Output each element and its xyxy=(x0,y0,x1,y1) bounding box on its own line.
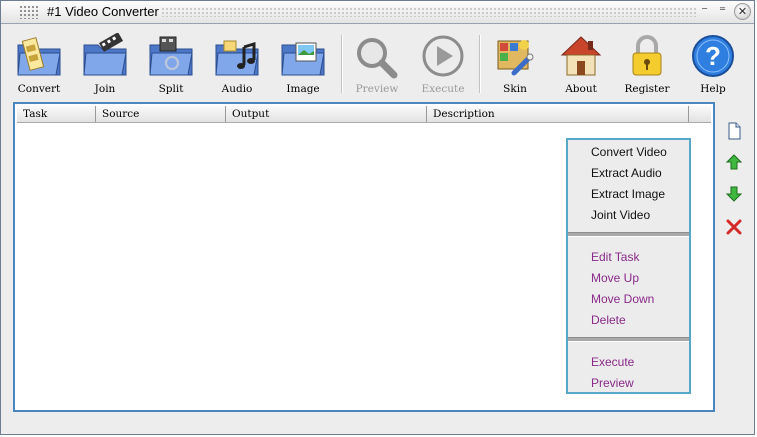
image-label: Image xyxy=(286,83,320,95)
column-header-task[interactable]: Task xyxy=(17,106,96,122)
about-button[interactable]: About xyxy=(551,31,611,97)
minimize-button[interactable]: ⁻ xyxy=(696,3,713,20)
title-grip-icon xyxy=(19,5,39,19)
delete-task-button[interactable] xyxy=(725,218,743,236)
help-icon: ? xyxy=(692,35,734,77)
preview-label: Preview xyxy=(355,83,399,95)
close-button[interactable]: ✕ xyxy=(734,3,751,20)
split-folder-icon xyxy=(149,36,193,76)
main-window: #1 Video Converter ⁻ ⁼ ✕ Convert Join Sp… xyxy=(0,0,755,435)
execute-button[interactable]: Execute xyxy=(413,31,473,97)
title-bar-texture xyxy=(161,7,696,17)
skin-label: Skin xyxy=(503,83,527,95)
menu-item-delete[interactable]: Delete xyxy=(591,311,626,329)
house-icon xyxy=(560,36,602,76)
play-icon xyxy=(422,35,464,77)
convert-folder-film-icon xyxy=(17,37,61,76)
title-bar[interactable]: #1 Video Converter ⁻ ⁼ ✕ xyxy=(1,1,754,24)
move-up-button[interactable] xyxy=(725,153,743,171)
convert-label: Convert xyxy=(17,83,61,95)
menu-item-extract-image[interactable]: Extract Image xyxy=(591,185,665,203)
task-list-header: Task Source Output Description xyxy=(17,106,711,123)
delete-x-icon xyxy=(726,219,742,235)
toolbar-separator xyxy=(479,35,481,93)
menu-separator xyxy=(568,337,689,342)
convert-button[interactable]: Convert xyxy=(9,31,69,97)
menu-item-joint-video[interactable]: Joint Video xyxy=(591,206,650,224)
audio-button[interactable]: Audio xyxy=(207,31,267,97)
skin-button[interactable]: Skin xyxy=(485,31,545,97)
join-button[interactable]: Join xyxy=(75,31,135,97)
help-button[interactable]: ? Help xyxy=(683,31,743,97)
column-header-source[interactable]: Source xyxy=(96,106,226,122)
join-label: Join xyxy=(94,83,116,95)
menu-item-preview[interactable]: Preview xyxy=(591,374,634,392)
context-menu: Convert Video Extract Audio Extract Imag… xyxy=(566,138,691,394)
toolbar: Convert Join Split Audio Image Preview E… xyxy=(9,31,744,97)
menu-item-execute[interactable]: Execute xyxy=(591,353,634,371)
register-button[interactable]: Register xyxy=(617,31,677,97)
restore-button[interactable]: ⁼ xyxy=(714,3,731,20)
preview-button[interactable]: Preview xyxy=(347,31,407,97)
audio-folder-icon xyxy=(215,40,259,76)
image-button[interactable]: Image xyxy=(273,31,333,97)
menu-item-extract-audio[interactable]: Extract Audio xyxy=(591,164,662,182)
move-down-arrow-icon xyxy=(725,186,743,202)
register-label: Register xyxy=(624,83,670,95)
menu-item-move-up[interactable]: Move Up xyxy=(591,269,639,287)
menu-item-convert-video[interactable]: Convert Video xyxy=(591,143,667,161)
move-up-arrow-icon xyxy=(725,154,743,170)
column-header-output[interactable]: Output xyxy=(226,106,427,122)
skin-icon xyxy=(497,40,534,76)
magnifier-icon xyxy=(357,38,398,79)
new-task-icon xyxy=(728,122,741,140)
execute-label: Execute xyxy=(421,83,465,95)
padlock-icon xyxy=(632,35,662,76)
about-label: About xyxy=(565,83,597,95)
column-header-description[interactable]: Description xyxy=(427,106,689,122)
move-down-button[interactable] xyxy=(725,185,743,203)
menu-item-move-down[interactable]: Move Down xyxy=(591,290,654,308)
menu-separator xyxy=(568,232,689,237)
toolbar-separator xyxy=(341,35,343,93)
image-folder-icon xyxy=(281,42,325,76)
column-header-filler xyxy=(689,106,713,122)
menu-item-edit-task[interactable]: Edit Task xyxy=(591,248,639,266)
audio-label: Audio xyxy=(221,83,253,95)
window-title: #1 Video Converter xyxy=(47,4,159,19)
svg-text:?: ? xyxy=(705,41,721,71)
help-label: Help xyxy=(700,83,726,95)
split-button[interactable]: Split xyxy=(141,31,201,97)
split-label: Split xyxy=(158,83,184,95)
new-task-button[interactable] xyxy=(725,122,743,140)
join-folder-icon xyxy=(83,33,127,76)
